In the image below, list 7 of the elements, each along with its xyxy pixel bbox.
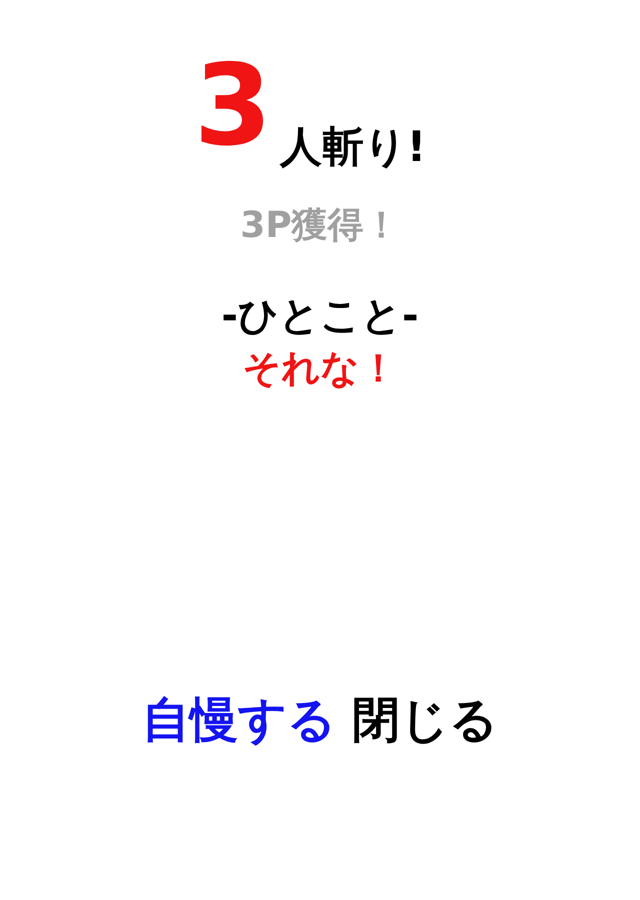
comment-text: それな！: [242, 346, 398, 392]
kill-count: 3: [194, 50, 272, 162]
points-text: 3P獲得！: [240, 204, 400, 248]
comment-heading: -ひとこと-: [221, 292, 419, 340]
share-button[interactable]: 自慢する: [142, 692, 336, 750]
kill-label: 人斬り!: [280, 126, 426, 168]
close-button[interactable]: 閉じる: [352, 692, 498, 750]
